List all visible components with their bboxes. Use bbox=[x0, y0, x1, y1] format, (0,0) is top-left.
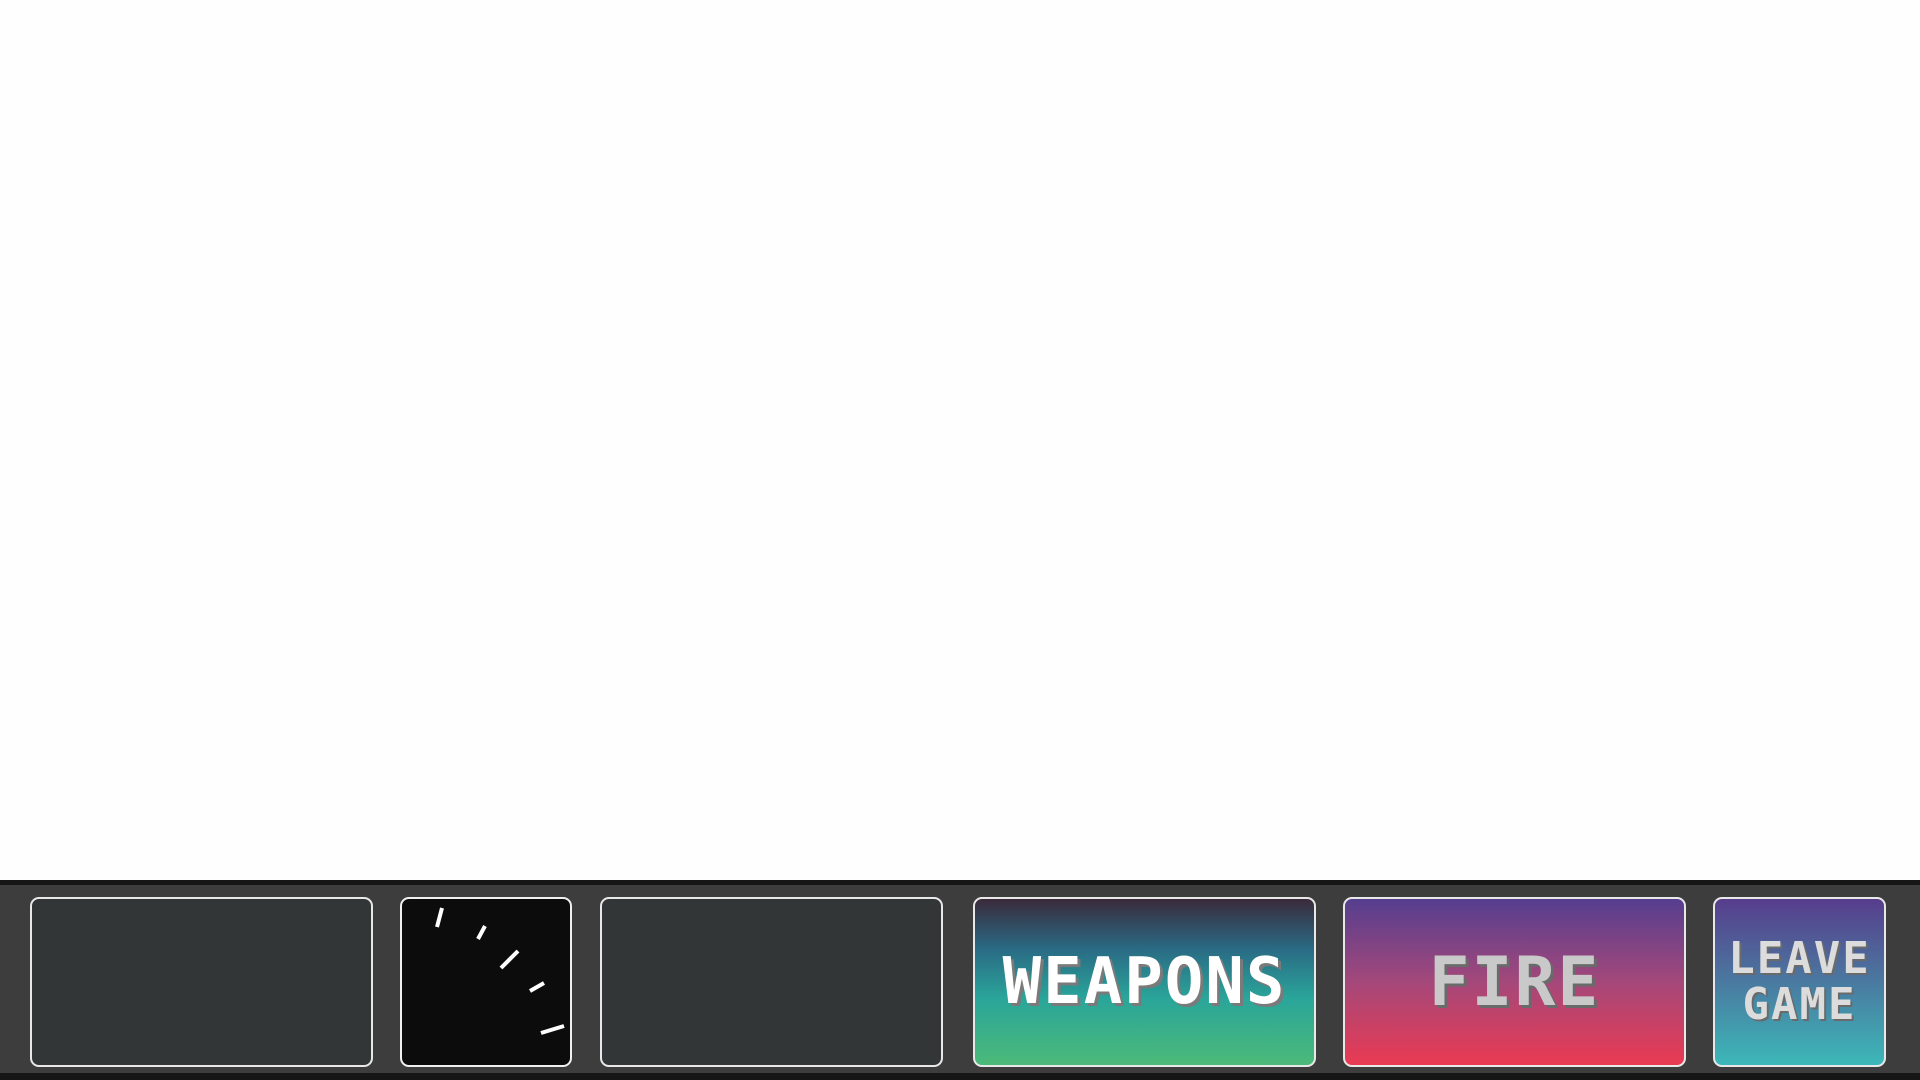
fire-button-label: FIRE bbox=[1428, 942, 1601, 1022]
gauge-tick bbox=[435, 907, 444, 928]
hud-panel-left bbox=[30, 897, 373, 1067]
gauge-ticks-icon bbox=[435, 907, 565, 1035]
weapons-button[interactable]: WEAPONS bbox=[973, 897, 1316, 1067]
fire-button[interactable]: FIRE bbox=[1343, 897, 1686, 1067]
game-viewport[interactable] bbox=[0, 0, 1920, 880]
gauge-tick bbox=[540, 1024, 565, 1035]
leave-game-label-line2: GAME bbox=[1742, 979, 1857, 1030]
leave-game-button[interactable]: LEAVE GAME bbox=[1713, 897, 1886, 1067]
gauge-tick bbox=[476, 925, 487, 940]
leave-game-label-line1: LEAVE bbox=[1728, 933, 1871, 984]
hud-bar: WEAPONS FIRE LEAVE GAME bbox=[0, 880, 1920, 1080]
gauge-tick bbox=[499, 949, 520, 970]
weapons-button-label: WEAPONS bbox=[1002, 945, 1287, 1019]
hud-panel-middle bbox=[600, 897, 943, 1067]
gauge-panel bbox=[400, 897, 572, 1067]
gauge-tick bbox=[529, 981, 545, 993]
